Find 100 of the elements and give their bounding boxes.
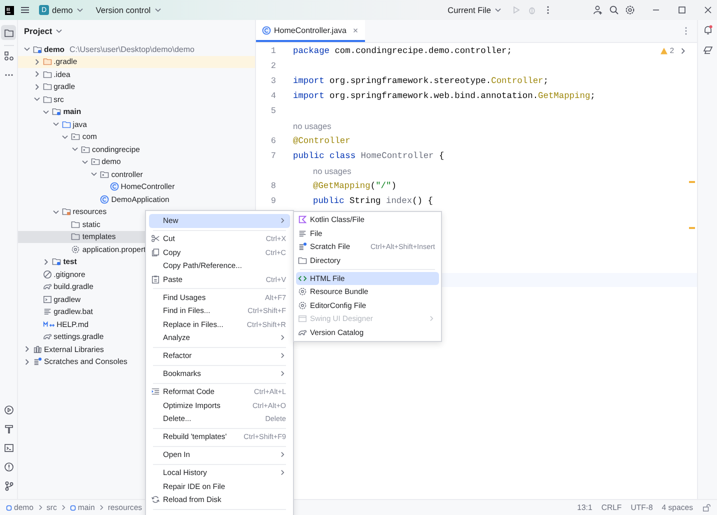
path-label: C:\Users\user\Desktop\demo\demo (70, 44, 194, 54)
panel-title[interactable]: Project (24, 26, 52, 36)
notifications-icon[interactable] (702, 25, 712, 35)
chevron-down-icon[interactable] (52, 208, 60, 216)
line-number: 2 (270, 60, 276, 70)
code-line: @Controller (293, 136, 350, 146)
chevron-right-icon (98, 504, 105, 511)
vcs-selector[interactable]: Version control (92, 3, 165, 17)
search-icon[interactable] (609, 5, 619, 15)
chevron-down-icon[interactable] (80, 158, 89, 166)
chevron-right-icon[interactable] (23, 345, 31, 354)
line-number: 7 (270, 150, 276, 160)
line-number: 8 (270, 180, 276, 190)
close-icon[interactable] (352, 26, 360, 34)
editor-tab[interactable]: HomeController.java (256, 20, 366, 42)
chevron-down-icon[interactable] (71, 145, 79, 154)
chevron-down-icon[interactable] (61, 132, 70, 141)
folder-icon (100, 170, 110, 179)
add-user-icon[interactable] (593, 5, 603, 15)
project-name: demo (52, 5, 73, 15)
line-number: 6 (270, 136, 276, 146)
markdown-icon (42, 320, 55, 329)
scratch-file-icon (33, 357, 42, 366)
chevron-right-icon[interactable] (23, 358, 31, 366)
hammer-icon[interactable] (4, 424, 14, 434)
folder-icon (71, 132, 80, 142)
run-config-selector[interactable]: Current File (444, 3, 505, 17)
scissors-icon (151, 234, 160, 244)
chevron-right-icon (36, 504, 44, 511)
elephant-icon (298, 328, 307, 337)
module-icon (70, 504, 76, 510)
code-brackets-icon (298, 274, 307, 283)
project-tool-button[interactable] (1, 25, 16, 40)
code-line: public String index() { (313, 196, 433, 206)
usage-hint: no usages (313, 166, 352, 176)
reformat-icon (151, 387, 160, 396)
class-icon (100, 194, 110, 204)
class-icon (262, 26, 271, 34)
code-line: import org.springframework.web.bind.annotation.GetMapping; (293, 90, 596, 100)
library-icon (33, 344, 42, 354)
chevron-down-icon[interactable] (494, 6, 502, 14)
folder-icon (81, 144, 90, 154)
code-line: package com.condingrecipe.demo.controller; (293, 46, 512, 56)
close-icon[interactable] (703, 5, 713, 15)
settings-icon[interactable] (625, 5, 635, 15)
chevron-down-icon[interactable] (32, 95, 41, 104)
code-line: @GetMapping("/") (313, 180, 396, 190)
unlock-icon[interactable] (702, 503, 711, 512)
chevron-down-icon[interactable] (52, 120, 60, 128)
module-icon (6, 504, 12, 510)
chevron-down-icon[interactable] (90, 170, 98, 178)
folder-icon (90, 157, 100, 166)
folder-icon (4, 28, 14, 38)
problems-icon[interactable] (4, 462, 14, 472)
maximize-icon[interactable] (677, 5, 687, 15)
class-icon (110, 182, 119, 192)
gear-icon (71, 244, 80, 254)
usage-hint: no usages (293, 120, 332, 130)
chevron-down-icon[interactable] (23, 45, 31, 54)
tab-label: HomeController.java (274, 26, 346, 34)
git-branch-icon[interactable] (4, 481, 14, 491)
chevron-right-icon[interactable] (32, 82, 41, 91)
scratch-file-icon (298, 242, 307, 252)
chevron-right-icon[interactable] (42, 258, 50, 266)
ignore-icon (42, 270, 52, 279)
menu-icon[interactable] (20, 5, 30, 15)
chevron-right-icon[interactable] (32, 58, 41, 66)
line-number: 5 (270, 106, 276, 116)
elephant-icon (42, 282, 52, 292)
app-logo-icon[interactable] (5, 6, 14, 14)
line-number: 1 (270, 46, 276, 56)
folder-icon (298, 256, 307, 265)
text-lines-icon (42, 307, 52, 316)
chevron-right-icon[interactable] (32, 70, 41, 78)
kotlin-icon (298, 215, 307, 224)
terminal-icon[interactable] (4, 443, 14, 453)
chevron-down-icon[interactable] (55, 27, 64, 35)
elephant-icon (42, 332, 52, 342)
folder-icon (62, 120, 71, 129)
structure-icon[interactable] (4, 51, 14, 61)
run-icon[interactable] (4, 405, 14, 415)
code-line: import org.springframework.stereotype.Controller; (293, 76, 548, 86)
chevron-right-icon (60, 504, 67, 511)
reload-icon (151, 495, 160, 504)
chevron-down-icon[interactable] (154, 6, 162, 14)
code-line: public class HomeController { (293, 150, 444, 160)
chevron-down-icon[interactable] (42, 108, 50, 116)
folder-icon (52, 107, 62, 116)
line-number: 4 (270, 90, 276, 100)
folder-icon (33, 44, 42, 54)
terminal-icon (42, 294, 52, 304)
window-icon (298, 314, 307, 324)
line-number: 3 (270, 76, 276, 86)
chevron-right-icon[interactable] (679, 46, 687, 54)
copy-icon (151, 248, 160, 257)
line-number: 9 (270, 196, 276, 206)
folder-icon (62, 207, 71, 216)
chevron-down-icon[interactable] (76, 6, 84, 14)
folder-icon (52, 257, 62, 266)
clipboard-icon (151, 274, 160, 284)
